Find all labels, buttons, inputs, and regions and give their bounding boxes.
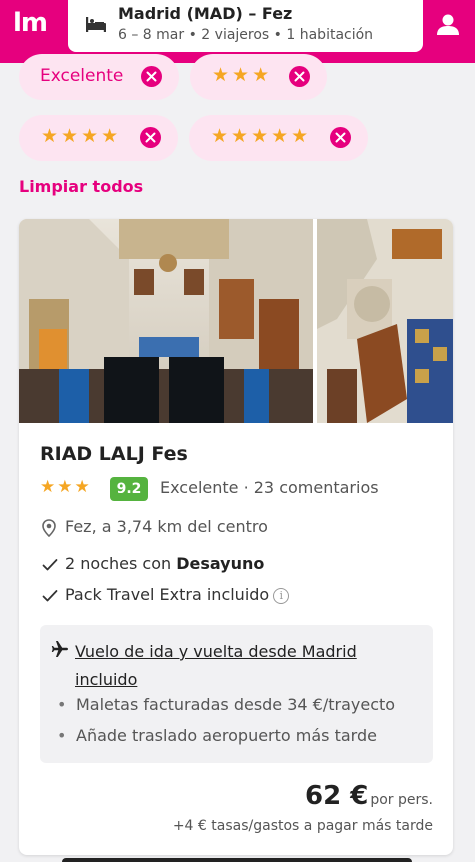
bed-icon bbox=[86, 17, 106, 32]
flight-included-link[interactable]: Vuelo de ida y vuelta desde Madrid inclu… bbox=[75, 638, 405, 694]
close-icon[interactable] bbox=[141, 66, 162, 87]
search-route: Madrid (MAD) – Fez bbox=[118, 4, 293, 23]
filter-chip-5-stars[interactable]: ★★★★★ bbox=[189, 115, 368, 161]
flight-bullet-luggage: • Maletas facturadas desde 34 €/trayecto bbox=[57, 695, 395, 714]
star-rating-icons: ★★★★ bbox=[41, 125, 122, 147]
review-summary[interactable]: Excelente · 23 comentarios bbox=[160, 478, 379, 497]
nights-text: 2 noches con bbox=[65, 554, 177, 573]
bullet-dot: • bbox=[57, 695, 67, 714]
star-rating-icons: ★★★ bbox=[212, 64, 273, 86]
star-rating-icons: ★★★★★ bbox=[211, 125, 312, 147]
user-icon[interactable] bbox=[433, 10, 463, 40]
location-text: Fez, a 3,74 km del centro bbox=[65, 517, 268, 536]
hotel-card[interactable]: RIAD LALJ Fes ★★★ 9.2 Excelente · 23 com… bbox=[19, 219, 453, 855]
transfer-text: Añade traslado aeropuerto más tarde bbox=[76, 726, 377, 745]
board-type: Desayuno bbox=[176, 554, 265, 573]
search-details: 6 – 8 mar • 2 viajeros • 1 habitación bbox=[118, 27, 374, 43]
price-amount: 62 € bbox=[305, 781, 369, 811]
flight-info-box: Vuelo de ida y vuelta desde Madrid inclu… bbox=[40, 625, 433, 763]
price-per: por pers. bbox=[370, 792, 433, 808]
info-icon[interactable]: i bbox=[273, 588, 290, 604]
price-taxes: +4 € tasas/gastos a pagar más tarde bbox=[172, 818, 433, 834]
next-card-edge bbox=[62, 858, 412, 862]
bullet-dot: • bbox=[57, 726, 67, 745]
search-summary[interactable]: Madrid (MAD) – Fez 6 – 8 mar • 2 viajero… bbox=[68, 0, 423, 52]
close-icon[interactable] bbox=[140, 127, 161, 148]
plane-icon bbox=[51, 641, 68, 657]
close-icon[interactable] bbox=[330, 127, 351, 148]
filter-chip-label: Excelente bbox=[40, 66, 124, 86]
star-rating-icons: ★★★ bbox=[40, 477, 92, 497]
price-block: 62 € por pers. bbox=[305, 781, 433, 811]
location-pin-icon bbox=[42, 519, 56, 537]
luggage-text: Maletas facturadas desde 34 €/trayecto bbox=[76, 695, 396, 714]
clear-all-filters-link[interactable]: Limpiar todos bbox=[19, 177, 143, 196]
hotel-photo-main[interactable] bbox=[19, 219, 313, 423]
hotel-name[interactable]: RIAD LALJ Fes bbox=[40, 443, 188, 465]
score-badge: 9.2 bbox=[110, 477, 148, 501]
close-icon[interactable] bbox=[289, 66, 310, 87]
hotel-photo-secondary[interactable] bbox=[317, 219, 453, 423]
pack-text: Pack Travel Extra incluido bbox=[65, 585, 270, 604]
filter-chip-4-stars[interactable]: ★★★★ bbox=[19, 115, 178, 161]
flight-bullet-transfer: • Añade traslado aeropuerto más tarde bbox=[57, 726, 377, 745]
logo[interactable]: lm bbox=[13, 8, 48, 38]
check-icon bbox=[42, 559, 58, 571]
check-icon bbox=[42, 590, 58, 602]
filter-chip-3-stars[interactable]: ★★★ bbox=[190, 54, 327, 100]
filter-chip-excelente[interactable]: Excelente bbox=[19, 54, 179, 100]
